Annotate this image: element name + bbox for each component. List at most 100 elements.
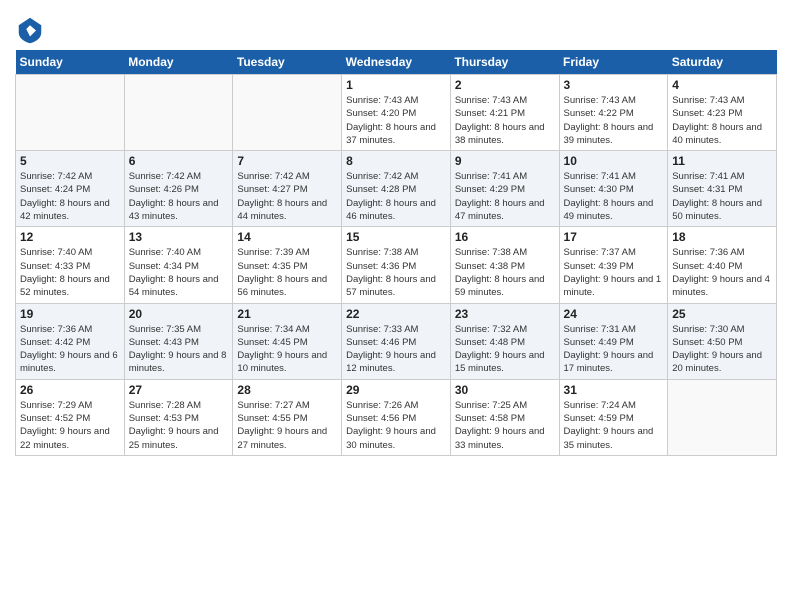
day-cell: 31 Sunrise: 7:24 AM Sunset: 4:59 PM Dayli… — [559, 379, 668, 455]
day-header-wednesday: Wednesday — [342, 50, 451, 75]
day-info: Sunrise: 7:43 AM Sunset: 4:20 PM Dayligh… — [346, 94, 446, 147]
day-number: 31 — [564, 383, 664, 397]
day-header-sunday: Sunday — [16, 50, 125, 75]
day-cell: 15Sunrise: 7:38 AM Sunset: 4:36 PM Dayli… — [342, 227, 451, 303]
day-cell: 3Sunrise: 7:43 AM Sunset: 4:22 PM Daylig… — [559, 75, 668, 151]
day-info: Sunrise: 7:41 AM Sunset: 4:30 PM Dayligh… — [564, 170, 664, 223]
day-cell: 26 Sunrise: 7:29 AM Sunset: 4:52 PM Dayli… — [16, 379, 125, 455]
day-info: Sunrise: 7:24 AM Sunset: 4:59 PM Dayligh… — [564, 399, 664, 452]
day-number: 24 — [564, 307, 664, 321]
header-row: SundayMondayTuesdayWednesdayThursdayFrid… — [16, 50, 777, 75]
day-info: Sunrise: 7:29 AM Sunset: 4:52 PM Dayligh… — [20, 399, 120, 452]
day-info: Sunrise: 7:41 AM Sunset: 4:31 PM Dayligh… — [672, 170, 772, 223]
week-row-1: 1 Sunrise: 7:43 AM Sunset: 4:20 PM Daylig… — [16, 75, 777, 151]
day-info: Sunrise: 7:41 AM Sunset: 4:29 PM Dayligh… — [455, 170, 555, 223]
header — [15, 10, 777, 44]
day-number: 17 — [564, 230, 664, 244]
day-cell: 22Sunrise: 7:33 AM Sunset: 4:46 PM Dayli… — [342, 303, 451, 379]
day-info: Sunrise: 7:43 AM Sunset: 4:22 PM Dayligh… — [564, 94, 664, 147]
day-cell: 10 Sunrise: 7:41 AM Sunset: 4:30 PM Dayli… — [559, 151, 668, 227]
day-info: Sunrise: 7:42 AM Sunset: 4:28 PM Dayligh… — [346, 170, 446, 223]
day-info: Sunrise: 7:27 AM Sunset: 4:55 PM Dayligh… — [237, 399, 337, 452]
day-info: Sunrise: 7:42 AM Sunset: 4:24 PM Dayligh… — [20, 170, 120, 223]
day-number: 21 — [237, 307, 337, 321]
week-row-2: 5 Sunrise: 7:42 AM Sunset: 4:24 PM Daylig… — [16, 151, 777, 227]
day-cell: 25 Sunrise: 7:30 AM Sunset: 4:50 PM Dayli… — [668, 303, 777, 379]
day-cell — [233, 75, 342, 151]
day-info: Sunrise: 7:38 AM Sunset: 4:38 PM Dayligh… — [455, 246, 555, 299]
day-info: Sunrise: 7:37 AM Sunset: 4:39 PM Dayligh… — [564, 246, 664, 299]
day-number: 20 — [129, 307, 229, 321]
calendar-table: SundayMondayTuesdayWednesdayThursdayFrid… — [15, 50, 777, 456]
day-cell: 20 Sunrise: 7:35 AM Sunset: 4:43 PM Dayli… — [124, 303, 233, 379]
day-cell: 2Sunrise: 7:43 AM Sunset: 4:21 PM Daylig… — [450, 75, 559, 151]
day-number: 18 — [672, 230, 772, 244]
day-info: Sunrise: 7:34 AM Sunset: 4:45 PM Dayligh… — [237, 323, 337, 376]
day-number: 8 — [346, 154, 446, 168]
day-number: 29 — [346, 383, 446, 397]
day-number: 25 — [672, 307, 772, 321]
day-number: 4 — [672, 78, 772, 92]
day-cell: 4 Sunrise: 7:43 AM Sunset: 4:23 PM Daylig… — [668, 75, 777, 151]
logo — [15, 14, 47, 44]
day-cell: 30 Sunrise: 7:25 AM Sunset: 4:58 PM Dayli… — [450, 379, 559, 455]
logo-icon — [15, 14, 45, 44]
day-info: Sunrise: 7:40 AM Sunset: 4:33 PM Dayligh… — [20, 246, 120, 299]
day-cell: 8 Sunrise: 7:42 AM Sunset: 4:28 PM Daylig… — [342, 151, 451, 227]
day-number: 12 — [20, 230, 120, 244]
day-info: Sunrise: 7:42 AM Sunset: 4:27 PM Dayligh… — [237, 170, 337, 223]
page: SundayMondayTuesdayWednesdayThursdayFrid… — [0, 0, 792, 466]
day-number: 5 — [20, 154, 120, 168]
day-cell: 27 Sunrise: 7:28 AM Sunset: 4:53 PM Dayli… — [124, 379, 233, 455]
day-info: Sunrise: 7:31 AM Sunset: 4:49 PM Dayligh… — [564, 323, 664, 376]
day-cell: 1 Sunrise: 7:43 AM Sunset: 4:20 PM Daylig… — [342, 75, 451, 151]
day-header-tuesday: Tuesday — [233, 50, 342, 75]
day-cell: 14Sunrise: 7:39 AM Sunset: 4:35 PM Dayli… — [233, 227, 342, 303]
day-cell: 24 Sunrise: 7:31 AM Sunset: 4:49 PM Dayli… — [559, 303, 668, 379]
day-info: Sunrise: 7:26 AM Sunset: 4:56 PM Dayligh… — [346, 399, 446, 452]
day-header-friday: Friday — [559, 50, 668, 75]
day-info: Sunrise: 7:32 AM Sunset: 4:48 PM Dayligh… — [455, 323, 555, 376]
day-number: 16 — [455, 230, 555, 244]
day-cell: 29 Sunrise: 7:26 AM Sunset: 4:56 PM Dayli… — [342, 379, 451, 455]
day-number: 10 — [564, 154, 664, 168]
day-number: 30 — [455, 383, 555, 397]
day-header-thursday: Thursday — [450, 50, 559, 75]
day-cell: 19Sunrise: 7:36 AM Sunset: 4:42 PM Dayli… — [16, 303, 125, 379]
day-info: Sunrise: 7:43 AM Sunset: 4:23 PM Dayligh… — [672, 94, 772, 147]
day-number: 27 — [129, 383, 229, 397]
day-number: 9 — [455, 154, 555, 168]
day-cell: 11 Sunrise: 7:41 AM Sunset: 4:31 PM Dayli… — [668, 151, 777, 227]
day-info: Sunrise: 7:28 AM Sunset: 4:53 PM Dayligh… — [129, 399, 229, 452]
day-cell: 9 Sunrise: 7:41 AM Sunset: 4:29 PM Daylig… — [450, 151, 559, 227]
day-number: 26 — [20, 383, 120, 397]
day-info: Sunrise: 7:30 AM Sunset: 4:50 PM Dayligh… — [672, 323, 772, 376]
day-cell: 16 Sunrise: 7:38 AM Sunset: 4:38 PM Dayli… — [450, 227, 559, 303]
day-cell: 13 Sunrise: 7:40 AM Sunset: 4:34 PM Dayli… — [124, 227, 233, 303]
day-cell: 21 Sunrise: 7:34 AM Sunset: 4:45 PM Dayli… — [233, 303, 342, 379]
day-info: Sunrise: 7:38 AM Sunset: 4:36 PM Dayligh… — [346, 246, 446, 299]
day-cell: 6Sunrise: 7:42 AM Sunset: 4:26 PM Daylig… — [124, 151, 233, 227]
day-cell: 18Sunrise: 7:36 AM Sunset: 4:40 PM Dayli… — [668, 227, 777, 303]
day-cell: 7 Sunrise: 7:42 AM Sunset: 4:27 PM Daylig… — [233, 151, 342, 227]
day-number: 11 — [672, 154, 772, 168]
day-header-monday: Monday — [124, 50, 233, 75]
day-cell: 5 Sunrise: 7:42 AM Sunset: 4:24 PM Daylig… — [16, 151, 125, 227]
day-number: 13 — [129, 230, 229, 244]
day-info: Sunrise: 7:25 AM Sunset: 4:58 PM Dayligh… — [455, 399, 555, 452]
day-info: Sunrise: 7:39 AM Sunset: 4:35 PM Dayligh… — [237, 246, 337, 299]
day-cell: 28 Sunrise: 7:27 AM Sunset: 4:55 PM Dayli… — [233, 379, 342, 455]
day-header-saturday: Saturday — [668, 50, 777, 75]
day-cell — [668, 379, 777, 455]
day-cell — [16, 75, 125, 151]
day-number: 6 — [129, 154, 229, 168]
day-info: Sunrise: 7:40 AM Sunset: 4:34 PM Dayligh… — [129, 246, 229, 299]
day-info: Sunrise: 7:35 AM Sunset: 4:43 PM Dayligh… — [129, 323, 229, 376]
day-cell: 23Sunrise: 7:32 AM Sunset: 4:48 PM Dayli… — [450, 303, 559, 379]
day-info: Sunrise: 7:43 AM Sunset: 4:21 PM Dayligh… — [455, 94, 555, 147]
day-cell — [124, 75, 233, 151]
day-number: 28 — [237, 383, 337, 397]
day-number: 1 — [346, 78, 446, 92]
day-info: Sunrise: 7:36 AM Sunset: 4:42 PM Dayligh… — [20, 323, 120, 376]
day-number: 7 — [237, 154, 337, 168]
